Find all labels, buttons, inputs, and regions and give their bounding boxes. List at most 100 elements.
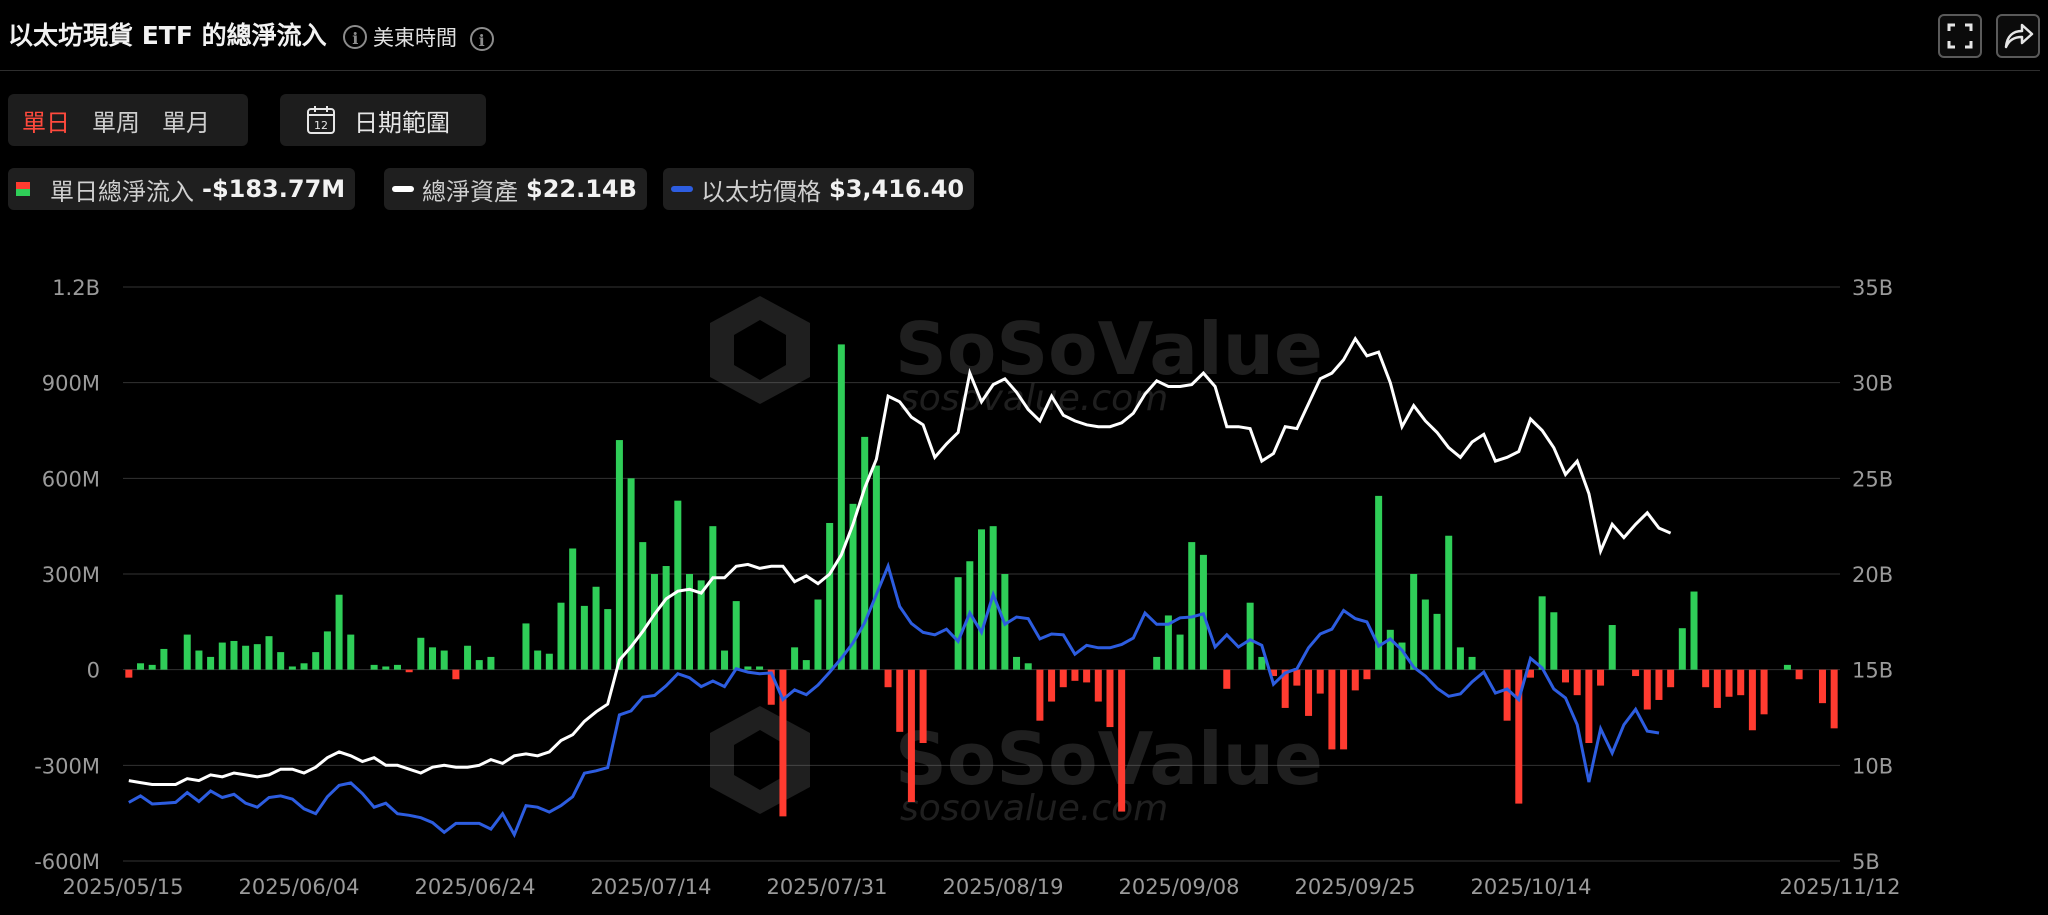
header-divider: [0, 70, 2040, 71]
flow-bar: [1223, 669, 1231, 689]
flow-bar: [977, 529, 986, 670]
watermark-top: SoSoValue sosovalue.com: [710, 296, 1323, 419]
fullscreen-button[interactable]: [1938, 14, 1982, 58]
flow-bar: [907, 669, 915, 803]
flow-bar: [1433, 613, 1441, 670]
flow-bar: [1421, 599, 1429, 670]
legend-item-net-assets[interactable]: 總淨資產 $22.14B: [384, 168, 647, 210]
period-weekly-tab[interactable]: 單周: [92, 103, 140, 138]
flow-bar: [826, 522, 834, 670]
x-tick-label: 2025/09/25: [1294, 875, 1415, 899]
flow-bar: [1071, 669, 1079, 681]
flow-bar: [183, 634, 191, 670]
x-tick-label: 2025/10/14: [1470, 875, 1591, 899]
flow-bar: [1783, 664, 1791, 670]
flow-bar: [1118, 669, 1126, 812]
period-monthly-tab[interactable]: 單月: [162, 103, 210, 138]
flow-bar: [1305, 669, 1313, 716]
flow-bar: [1445, 535, 1453, 670]
x-tick-label: 2025/11/12: [1779, 875, 1900, 899]
flow-bar: [1678, 628, 1686, 670]
flow-bar: [872, 465, 880, 670]
flow-bar: [1398, 642, 1406, 670]
flow-bar: [1760, 669, 1768, 715]
flow-bar: [534, 650, 542, 670]
flow-bar: [627, 478, 635, 670]
watermark-brand: SoSoValue: [895, 717, 1323, 801]
flow-bar: [1293, 669, 1301, 686]
flow-bar: [674, 500, 682, 670]
flow-bar: [288, 666, 296, 670]
flow-bar: [1737, 669, 1745, 696]
legend-label: 以太坊價格: [701, 177, 821, 206]
flow-bar: [253, 644, 261, 670]
flow-bar: [160, 648, 168, 670]
flow-bar: [569, 548, 577, 670]
flow-bar: [756, 666, 764, 670]
flow-bar: [1375, 495, 1383, 670]
flow-bar: [1106, 669, 1114, 728]
x-tick-label: 2025/07/14: [590, 875, 711, 899]
info-icon[interactable]: i: [469, 27, 494, 51]
info-icon[interactable]: i: [343, 25, 368, 49]
flow-bar: [218, 642, 226, 670]
flow-bar: [1328, 669, 1336, 750]
flow-bar: [861, 436, 869, 670]
flow-bar: [242, 645, 250, 670]
net-assets-line: [128, 335, 1672, 786]
legend-label: 總淨資產: [422, 177, 518, 206]
flow-bar: [1176, 634, 1184, 670]
flow-bar: [884, 669, 892, 688]
y-left-tick-label: 1.2B: [52, 276, 100, 300]
flow-bar: [662, 566, 670, 670]
calendar-icon: 12: [307, 106, 335, 134]
watermark-brand: SoSoValue: [895, 307, 1323, 391]
flow-bar: [1468, 656, 1476, 670]
flow-bar: [1585, 669, 1593, 744]
flow-bar: [1515, 669, 1523, 804]
period-daily-tab[interactable]: 單日: [22, 103, 70, 138]
flow-bar: [1094, 669, 1102, 702]
date-range-button[interactable]: 12 日期範圍: [280, 94, 486, 146]
flow-bar: [1748, 669, 1756, 731]
flow-bar: [1550, 612, 1558, 670]
flow-bar: [1270, 669, 1278, 677]
flow-bar: [767, 669, 775, 705]
watermark: SoSoValue sosovalue.com SoSoValue sosova…: [710, 296, 1323, 829]
flow-bar: [791, 647, 799, 670]
flow-bar: [1795, 669, 1803, 680]
share-button[interactable]: [1996, 14, 2040, 58]
flow-bar: [1538, 596, 1546, 670]
line-legend-icon: [392, 186, 414, 192]
flow-bar: [1702, 669, 1710, 688]
flow-bar: [1456, 647, 1464, 670]
flow-bar: [1562, 669, 1570, 683]
flow-bar: [1199, 554, 1207, 670]
period-selector: 單日 單周 單月: [8, 94, 248, 146]
flow-bar: [277, 652, 285, 670]
legend-item-daily-inflow[interactable]: 單日總淨流入 -$183.77M: [8, 168, 356, 210]
flow-bar: [685, 574, 693, 670]
legend-value: $3,416.40: [829, 175, 965, 203]
y-right-tick-label: 5B: [1852, 850, 1880, 874]
flow-bar: [475, 660, 483, 670]
flow-bar: [580, 605, 588, 670]
y-left-tick-label: 0: [87, 659, 100, 683]
flow-bar: [265, 636, 273, 670]
flow-bar: [148, 664, 156, 670]
flow-bar: [966, 561, 974, 670]
flow-bar: [849, 503, 857, 670]
legend-item-eth-price[interactable]: 以太坊價格 $3,416.40: [663, 168, 975, 210]
flow-bar: [1503, 669, 1511, 721]
flow-bar: [370, 664, 378, 670]
flow-bar: [896, 669, 904, 732]
legend-value: -$183.77M: [202, 175, 346, 203]
flow-bar: [709, 526, 717, 670]
x-tick-label: 2025/06/04: [238, 875, 359, 899]
fullscreen-icon: [1947, 23, 1973, 49]
flow-bar: [615, 440, 623, 670]
flow-bar: [1632, 669, 1640, 677]
flow-bar: [697, 580, 705, 670]
x-tick-label: 2025/05/15: [62, 875, 183, 899]
flow-bar: [1655, 669, 1663, 700]
